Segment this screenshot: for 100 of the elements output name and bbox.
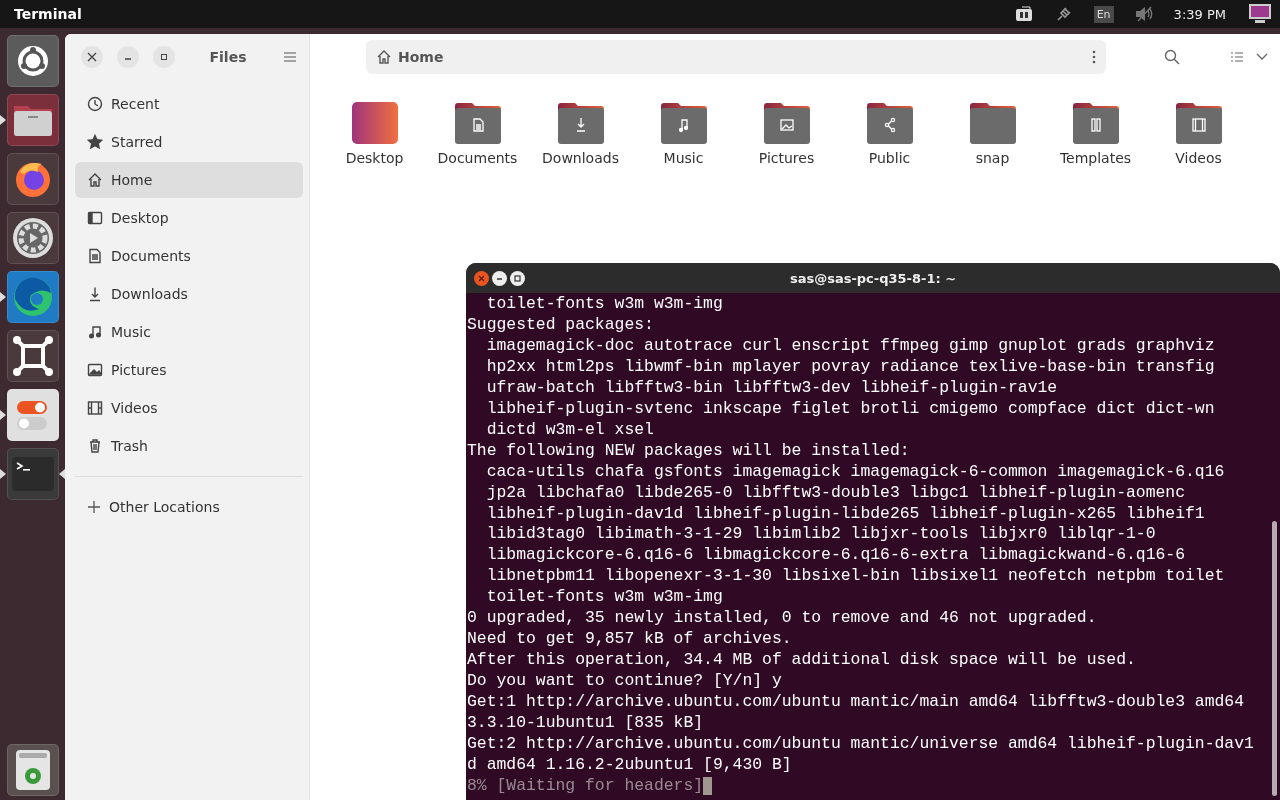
close-icon <box>478 274 485 282</box>
terminal-line: libid3tag0 libimath-3-1-29 libimlib2 libjxr-tools libjxr0 liblqr-1-0 <box>485 524 1157 546</box>
terminal-line: d amd64 1.16.2-2ubuntu1 [9,430 B] <box>467 754 793 776</box>
folder-icon <box>454 102 501 144</box>
frame-icon[interactable] <box>6 330 59 382</box>
folder-icon <box>969 102 1016 144</box>
progress-status-line: 8% [Waiting for headers] <box>467 775 704 797</box>
download-icon <box>87 286 103 302</box>
folder-item[interactable]: Desktop <box>323 102 426 166</box>
sidebar-item[interactable]: Documents <box>75 238 303 274</box>
sidebar-item[interactable]: Other Locations <box>75 489 303 525</box>
folder-icon <box>557 102 604 144</box>
maximize-icon <box>514 274 521 282</box>
plus-icon <box>87 500 101 514</box>
terminal-line: Get:2 http://archive.ubuntu.com/ubuntu mantic/universe amd64 libheif-plugin-dav1 <box>467 734 1255 755</box>
document-icon <box>87 248 103 264</box>
sidebar-item[interactable]: Desktop <box>75 200 303 236</box>
folder-label: Music <box>663 150 704 166</box>
search-button[interactable] <box>1162 47 1182 67</box>
terminal-line: After this operation, 34.4 MB of additional disk space will be used. <box>467 650 1137 672</box>
sidebar-item[interactable]: Pictures <box>75 352 303 388</box>
close-icon <box>87 52 97 62</box>
picture-icon <box>87 362 103 378</box>
sidebar-item[interactable]: Recent <box>75 86 303 122</box>
folder-icon <box>1175 102 1222 144</box>
scrollbar[interactable] <box>1272 521 1277 796</box>
folder-label: Public <box>868 150 911 166</box>
maximize-button[interactable] <box>510 270 525 286</box>
maximize-button[interactable] <box>153 46 175 68</box>
terminal-line: libheif-plugin-dav1d libheif-plugin-libde265 libheif-plugin-x265 libheif1 <box>485 503 1206 525</box>
monitor-icon <box>1248 3 1272 25</box>
muted-speaker-icon <box>1133 5 1154 23</box>
gear-icon[interactable] <box>6 212 59 264</box>
home-icon <box>376 49 392 65</box>
trash-icon <box>87 438 103 454</box>
folder-icon <box>1072 102 1119 144</box>
folder-item[interactable]: Public <box>838 102 941 166</box>
folder-item[interactable]: Pictures <box>735 102 838 166</box>
sidebar-item[interactable]: Home <box>75 162 303 198</box>
folder-label: snap <box>975 150 1010 166</box>
terminal-line: ufraw-batch libfftw3-bin libfftw3-dev libheif-plugin-rav1e <box>485 377 1059 399</box>
terminal-line: toilet-fonts w3m w3m-img <box>485 587 724 609</box>
home-icon <box>87 172 103 188</box>
terminal-line: The following NEW packages will be installed: <box>467 440 911 462</box>
folder-item[interactable]: Downloads <box>529 102 632 166</box>
network-icon <box>1013 5 1034 23</box>
terminal-line: caca-utils chafa gsfonts imagemagick imagemagick-6-common imagemagick-6.q16 <box>485 461 1226 483</box>
folder-item[interactable]: Music <box>632 102 735 166</box>
terminal-line: Do you want to continue? [Y/n] y <box>467 671 783 693</box>
firefox-icon[interactable] <box>6 153 59 205</box>
edge-browser-icon[interactable] <box>6 271 59 323</box>
text-cursor <box>703 777 713 796</box>
terminal-line: 0 upgraded, 35 newly installed, 0 to remove and 46 not upgraded. <box>467 608 1098 630</box>
sidebar-item[interactable]: Videos <box>75 390 303 426</box>
terminal-line: toilet-fonts w3m w3m-img <box>485 294 724 315</box>
folder-label: Documents <box>437 150 518 166</box>
more-options-icon <box>1092 50 1096 64</box>
minimize-button[interactable] <box>492 270 507 286</box>
keyboard-layout-indicator[interactable]: En <box>1093 5 1114 23</box>
terminal-line: 3.3.10-1ubuntu1 [835 kB] <box>467 713 705 734</box>
folder-icon <box>866 102 913 144</box>
folder-item[interactable]: snap <box>941 102 1044 166</box>
folder-icon <box>660 102 707 144</box>
desktop-icon <box>87 210 103 226</box>
search-icon <box>1164 49 1180 65</box>
music-note-icon <box>87 324 103 340</box>
toggle-switch-icon[interactable] <box>6 389 59 441</box>
terminal-line: imagemagick-doc autotrace curl enscript ffmpeg gimp gnuplot grads graphviz <box>485 335 1216 357</box>
clock[interactable]: 3:39 PM <box>1173 6 1226 22</box>
close-button[interactable] <box>474 270 489 286</box>
folder-label: Templates <box>1059 150 1132 166</box>
chevron-down-icon <box>1256 53 1268 61</box>
folder-label: Videos <box>1175 150 1222 166</box>
desktop-folder-icon <box>351 102 398 144</box>
terminal-line: libmagickcore-6.q16-6 libmagickcore-6.q16-6-extra libmagickwand-6.q16-6 <box>485 545 1187 567</box>
terminal-line: dictd w3m-el xsel <box>485 419 655 441</box>
sidebar-item[interactable]: Trash <box>75 428 303 464</box>
maximize-icon <box>159 52 169 62</box>
folder-label: Downloads <box>542 150 619 166</box>
clock-icon <box>87 96 103 112</box>
trash-icon[interactable] <box>6 744 59 796</box>
close-button[interactable] <box>81 46 103 68</box>
folder-label: Pictures <box>758 150 815 166</box>
folder-label: Desktop <box>345 150 404 166</box>
terminal-line: libnetpbm11 libopenexr-3-1-30 libsixel-bin libsixel1 neofetch netpbm toilet <box>485 566 1226 588</box>
path-bar[interactable]: Home <box>366 40 1106 74</box>
terminal-line: Get:1 http://archive.ubuntu.com/ubuntu mantic/main amd64 libfftw3-double3 amd64 <box>467 692 1246 714</box>
sidebar-item[interactable]: Music <box>75 314 303 350</box>
folder-item[interactable]: Videos <box>1147 102 1250 166</box>
terminal-title: sas@sas-pc-q35-8-1: ~ <box>789 270 957 286</box>
folder-item[interactable]: Documents <box>426 102 529 166</box>
folder-item[interactable]: Templates <box>1044 102 1147 166</box>
folder-icon[interactable] <box>6 94 59 146</box>
star-icon <box>87 134 103 150</box>
ubuntu-logo-icon[interactable] <box>6 35 59 87</box>
terminal-line: Suggested packages: <box>467 314 655 336</box>
sidebar-item[interactable]: Downloads <box>75 276 303 312</box>
menu-icon <box>283 51 297 63</box>
active-app-title[interactable]: Terminal <box>14 6 82 22</box>
sidebar-item[interactable]: Starred <box>75 124 303 160</box>
